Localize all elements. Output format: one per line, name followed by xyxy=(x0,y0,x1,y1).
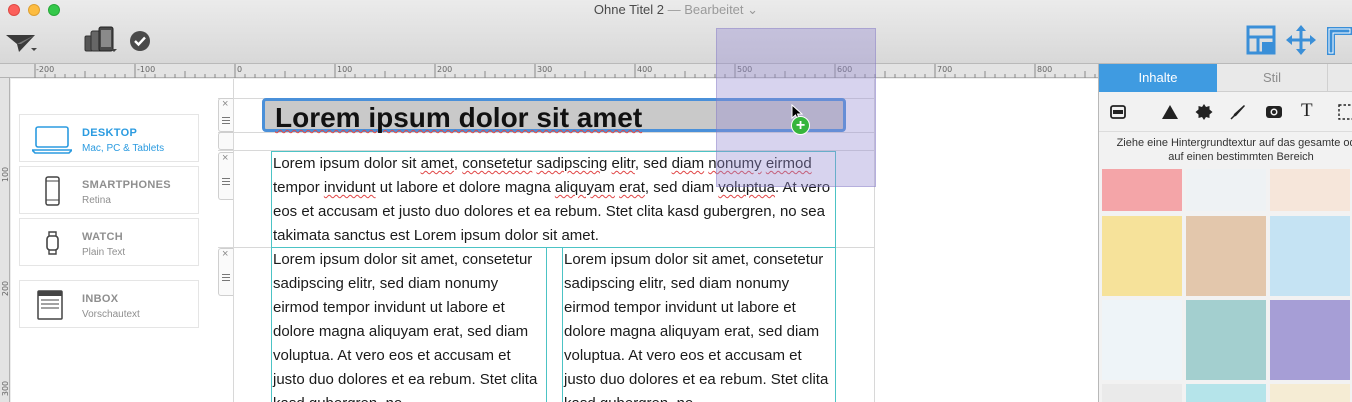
send-plane-icon[interactable] xyxy=(5,32,37,54)
ruler-label: -200 xyxy=(36,65,55,74)
drag-row-icon[interactable] xyxy=(222,117,230,124)
misspelled-word: diam xyxy=(671,155,705,172)
ruler-label: 800 xyxy=(1037,65,1053,74)
content-tools: T xyxy=(1099,92,1352,132)
paragraph-text: , xyxy=(453,155,463,172)
app-window: Ohne Titel 2 — Bearbeitet ⌄ -200 -100 0 … xyxy=(0,0,1352,402)
smartphone-icon xyxy=(45,176,60,206)
texture-swatch[interactable] xyxy=(1102,300,1182,380)
inspector-panel: Inhalte Stil T Ziehe eine Hintergrundtex… xyxy=(1098,64,1352,402)
headline-content: Lorem ipsum dolor sit amet xyxy=(275,102,643,133)
headline-text[interactable]: Lorem ipsum dolor sit amet xyxy=(275,102,642,134)
row-handle[interactable] xyxy=(218,132,233,150)
texture-swatch[interactable] xyxy=(1102,216,1182,296)
text-icon[interactable]: T xyxy=(1301,100,1313,122)
edit-status: — Bearbeitet xyxy=(664,2,744,17)
badge-icon[interactable] xyxy=(1195,103,1213,121)
drag-row-icon[interactable] xyxy=(222,178,230,185)
device-smartphones[interactable]: SMARTPHONES Retina xyxy=(19,166,199,214)
ruler-label: 200 xyxy=(437,65,453,74)
device-subtitle: Vorschautext xyxy=(82,309,140,320)
texture-swatch[interactable] xyxy=(1186,300,1266,380)
block-icon[interactable] xyxy=(1109,103,1127,121)
row-handle[interactable]: × xyxy=(218,98,233,132)
row-handle[interactable]: × xyxy=(218,248,233,296)
delete-row-icon[interactable]: × xyxy=(222,99,228,110)
misspelled-word: amet xyxy=(420,155,454,172)
window-title: Ohne Titel 2 — Bearbeitet ⌄ xyxy=(0,2,1352,18)
texture-hint: Ziehe eine Hintergrundtextur auf das ges… xyxy=(1116,137,1352,163)
ruler-label: -100 xyxy=(137,65,156,74)
delete-row-icon[interactable]: × xyxy=(222,249,228,260)
texture-swatch[interactable] xyxy=(1270,216,1350,296)
misspelled-word: consetetur xyxy=(462,155,533,172)
ruler-label: 700 xyxy=(937,65,953,74)
device-subtitle: Plain Text xyxy=(82,247,126,258)
texture-swatch[interactable] xyxy=(1186,169,1266,211)
misspelled-word: sadipscing xyxy=(536,155,608,172)
texture-swatch[interactable] xyxy=(1102,169,1182,211)
title-chevron-icon[interactable]: ⌄ xyxy=(747,2,758,17)
ruler-label: 100 xyxy=(337,65,353,74)
paragraph-text: , sed xyxy=(634,155,672,172)
drag-row-icon[interactable] xyxy=(222,274,230,281)
paragraph-text: ut labore et dolore magna xyxy=(375,179,555,196)
watch-icon xyxy=(46,231,59,255)
texture-swatch[interactable] xyxy=(1186,384,1266,402)
device-desktop[interactable]: DESKTOP Mac, PC & Tablets xyxy=(19,114,199,162)
ruler-label: 0 xyxy=(237,65,243,74)
texture-swatch[interactable] xyxy=(1270,300,1350,380)
device-name: DESKTOP xyxy=(82,127,138,139)
misspelled-word: erat xyxy=(619,179,645,196)
texture-swatch[interactable] xyxy=(1186,216,1266,296)
ruler-icon[interactable] xyxy=(1325,25,1352,55)
ruler-label: 200 xyxy=(1,280,11,297)
texture-swatch[interactable] xyxy=(1270,384,1350,402)
laptop-icon xyxy=(32,126,72,154)
tab-stil[interactable]: Stil xyxy=(1217,64,1327,92)
misspelled-word: aliquyam xyxy=(554,179,615,196)
device-subtitle: Mac, PC & Tablets xyxy=(82,143,165,154)
device-name: WATCH xyxy=(82,231,124,243)
ruler-label: 300 xyxy=(537,65,553,74)
pen-icon[interactable] xyxy=(1229,103,1247,121)
selection-icon[interactable] xyxy=(1337,103,1352,121)
device-name: INBOX xyxy=(82,293,119,305)
paragraph-text: Lorem ipsum dolor sit xyxy=(273,155,421,172)
horizontal-ruler: -200 -100 0 100 200 300 400 500 600 700 … xyxy=(0,64,1098,78)
ruler-label: 300 xyxy=(1,380,11,397)
ruler-label: 400 xyxy=(637,65,653,74)
text-column-right[interactable]: Lorem ipsum dolor sit amet, consetetur s… xyxy=(562,247,836,402)
texture-swatch[interactable] xyxy=(1270,169,1350,211)
texture-swatch[interactable] xyxy=(1102,384,1182,402)
misspelled-word: elitr xyxy=(611,155,635,172)
misspelled-word: invidunt xyxy=(323,179,376,196)
device-inbox[interactable]: INBOX Vorschautext xyxy=(19,280,199,328)
add-badge-icon: + xyxy=(791,116,810,135)
paragraph-text: , sed diam xyxy=(644,179,719,196)
move-icon[interactable] xyxy=(1286,25,1316,55)
tab-more[interactable] xyxy=(1327,64,1352,92)
devices-icon[interactable] xyxy=(84,26,118,54)
device-name: SMARTPHONES xyxy=(82,179,171,191)
tab-inhalte[interactable]: Inhalte xyxy=(1099,64,1217,92)
device-subtitle: Retina xyxy=(82,195,111,206)
delete-row-icon[interactable]: × xyxy=(222,153,228,164)
triangle-icon[interactable] xyxy=(1161,103,1179,121)
toolbar: Ohne Titel 2 — Bearbeitet ⌄ xyxy=(0,0,1352,64)
ruler-label: 100 xyxy=(1,166,11,183)
layout-icon[interactable] xyxy=(1246,25,1276,55)
document-title: Ohne Titel 2 xyxy=(593,2,665,17)
device-watch[interactable]: WATCH Plain Text xyxy=(19,218,199,266)
image-icon[interactable] xyxy=(1265,103,1283,121)
checkmark-icon[interactable] xyxy=(129,30,151,52)
row-handle[interactable]: × xyxy=(218,152,233,200)
paragraph-text: tempor xyxy=(273,179,324,196)
inbox-preview-icon xyxy=(37,290,63,320)
vertical-ruler: 100 200 300 xyxy=(0,78,10,402)
text-column-left[interactable]: Lorem ipsum dolor sit amet, consetetur s… xyxy=(271,247,547,402)
